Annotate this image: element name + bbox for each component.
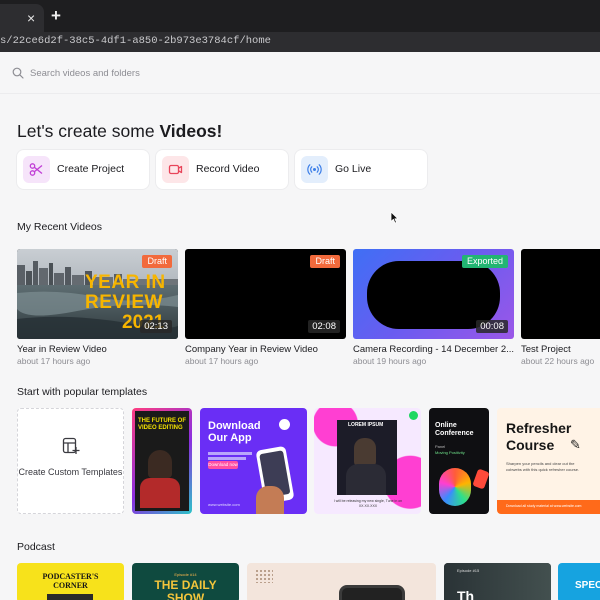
browser-tab[interactable]: × xyxy=(0,4,44,32)
template-text: www.website.com xyxy=(208,502,240,507)
headline-emphasis: Videos! xyxy=(159,121,223,141)
broadcast-icon xyxy=(301,156,328,183)
person-image xyxy=(354,438,376,466)
templates-heading: Start with popular templates xyxy=(17,386,148,398)
podcast-template-phone[interactable] xyxy=(247,563,436,600)
create-project-button[interactable]: Create Project xyxy=(17,150,149,189)
video-thumbnail-year-in-review[interactable]: YEAR IN REVIEW 2021 Draft 02:13 xyxy=(17,249,178,339)
video-title[interactable]: Test Project xyxy=(521,344,600,355)
person-shirt-image xyxy=(140,478,180,508)
template-text: CORNER xyxy=(53,581,88,590)
record-video-button[interactable]: Record Video xyxy=(156,150,288,189)
search-bar xyxy=(0,52,600,94)
podcast-template-podcasters-corner[interactable]: PODCASTER'S CORNER xyxy=(17,563,124,600)
record-video-label: Record Video xyxy=(196,163,260,175)
video-thumbnail-company-year-in-review[interactable]: Draft 02:08 xyxy=(185,249,346,339)
template-refresher-course[interactable]: Refresher Course ✎ Sharpen your pencils … xyxy=(497,408,600,514)
abstract-shape-image xyxy=(439,468,471,506)
camera-icon xyxy=(162,156,189,183)
template-body-text: Sharpen your pencils and clear out the c… xyxy=(506,461,580,472)
template-text: THE FUTURE OF xyxy=(138,418,186,424)
template-download-button: Download now xyxy=(208,461,238,469)
template-future-of-video-editing[interactable]: THE FUTURE OF VIDEO EDITING xyxy=(132,408,192,514)
podcast-template-special[interactable]: SPEC xyxy=(558,563,600,600)
template-text: Refresher xyxy=(506,420,572,436)
url-text: s/22ce6d2f-38c5-4df1-a850-2b973e3784cf/h… xyxy=(0,35,271,47)
template-text: Our App xyxy=(208,432,252,444)
music-service-icon xyxy=(409,411,418,420)
template-text: Download xyxy=(208,420,261,432)
app-logo-icon xyxy=(279,419,290,430)
video-thumbnail-camera-recording[interactable]: Exported 00:08 xyxy=(353,249,514,339)
scissors-icon xyxy=(23,156,50,183)
video-title[interactable]: Company Year in Review Video xyxy=(185,344,346,355)
search-input[interactable] xyxy=(30,65,430,81)
template-text: VIDEO EDITING xyxy=(138,425,183,431)
podcast-template-daily-show[interactable]: Episode #14 THE DAILY SHOW xyxy=(132,563,239,600)
status-badge: Draft xyxy=(142,255,172,268)
mouse-cursor-icon xyxy=(390,211,399,224)
dot-pattern-image xyxy=(255,569,273,583)
template-text: PODCASTER'S xyxy=(42,572,99,581)
template-online-conference[interactable]: Online Conference Panel Moving Positivit… xyxy=(429,408,489,514)
status-badge: Exported xyxy=(461,255,508,268)
video-timestamp: about 19 hours ago xyxy=(353,356,427,366)
thumbnail-title-line: YEAR IN xyxy=(85,272,166,293)
create-custom-template-label: Create Custom Templates xyxy=(18,467,123,477)
template-footer-text: Download all study material at www.websi… xyxy=(506,504,582,508)
headline-prefix: Let's create some xyxy=(17,121,160,141)
camera-preview-shape xyxy=(367,261,500,329)
template-text: Episode #15 xyxy=(457,568,480,573)
video-thumbnail-test-project[interactable] xyxy=(521,249,600,339)
template-text: Conference xyxy=(435,430,474,437)
create-custom-template-card[interactable]: Create Custom Templates xyxy=(17,408,124,514)
status-badge: Draft xyxy=(310,255,340,268)
template-text: Th xyxy=(457,588,475,600)
template-text: Episode #14 xyxy=(174,572,197,577)
person-image xyxy=(148,450,172,478)
duration-label: 02:08 xyxy=(308,320,340,333)
video-title[interactable]: Camera Recording - 14 December 2... xyxy=(353,344,514,355)
template-text: SPEC xyxy=(575,580,600,591)
video-timestamp: about 17 hours ago xyxy=(185,356,259,366)
template-text: Moving Positivity xyxy=(435,450,465,455)
template-download-our-app[interactable]: Download Our App Download now www.websit… xyxy=(200,408,307,514)
template-lorem-ipsum[interactable]: LOREM IPSUM I will be releasing my new s… xyxy=(314,408,421,514)
video-timestamp: about 22 hours ago xyxy=(521,356,595,366)
template-text: LOREM IPSUM xyxy=(348,422,384,428)
duration-label: 00:08 xyxy=(476,320,508,333)
add-template-icon xyxy=(62,437,80,454)
template-text: Panel xyxy=(435,444,446,449)
page-headline: Let's create some Videos! xyxy=(17,121,222,142)
pencil-icon: ✎ xyxy=(570,438,581,453)
browser-tab-bar: × + xyxy=(0,0,600,32)
podcast-heading: Podcast xyxy=(17,541,55,553)
go-live-button[interactable]: Go Live xyxy=(295,150,427,189)
template-text: Course xyxy=(506,437,555,453)
hand-image xyxy=(256,486,284,514)
template-text: SHOW xyxy=(166,591,205,600)
video-timestamp: about 17 hours ago xyxy=(17,356,91,366)
phone-image xyxy=(339,585,405,600)
new-tab-button[interactable]: + xyxy=(51,6,61,26)
recent-videos-heading: My Recent Videos xyxy=(17,221,103,233)
address-bar[interactable]: s/22ce6d2f-38c5-4df1-a850-2b973e3784cf/h… xyxy=(0,32,600,52)
podcast-template-episode-15[interactable]: Episode #15 Th xyxy=(444,563,551,600)
duration-label: 02:13 xyxy=(140,320,172,333)
search-icon xyxy=(12,67,24,79)
video-title[interactable]: Year in Review Video xyxy=(17,344,178,355)
template-caption: I will be releasing my new single, Tune … xyxy=(333,499,403,508)
create-project-label: Create Project xyxy=(57,163,125,175)
close-tab-icon[interactable]: × xyxy=(27,9,35,27)
thumbnail-title-line: REVIEW xyxy=(85,292,163,313)
go-live-label: Go Live xyxy=(335,163,372,175)
template-text: Online xyxy=(435,422,457,429)
